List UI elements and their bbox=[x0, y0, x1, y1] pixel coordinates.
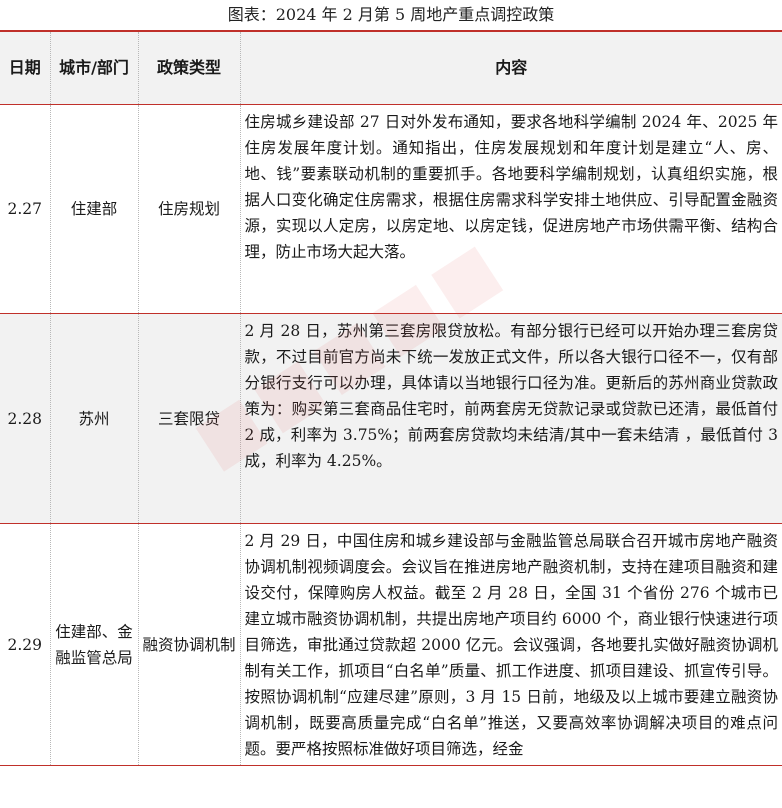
table-row: 2.28 苏州 三套限贷 2 月 28 日，苏州第三套房限贷放松。有部分银行已经… bbox=[0, 313, 782, 524]
row-type: 住房规划 bbox=[137, 104, 240, 314]
row-city: 住建部、金融监管总局 bbox=[49, 523, 138, 766]
row-type: 融资协调机制 bbox=[137, 523, 240, 766]
row-city: 苏州 bbox=[49, 313, 138, 524]
header-city: 城市/部门 bbox=[49, 30, 138, 105]
row-city: 住建部 bbox=[49, 104, 138, 314]
table-row: 2.27 住建部 住房规划 住房城乡建设部 27 日对外发布通知，要求各地科学编… bbox=[0, 104, 782, 314]
policy-table: 日期 城市/部门 政策类型 内容 2.27 住建部 住房规划 住房城乡建设部 2… bbox=[0, 30, 782, 766]
row-date: 2.27 bbox=[0, 104, 50, 314]
row-content: 住房城乡建设部 27 日对外发布通知，要求各地科学编制 2024 年、2025 … bbox=[239, 104, 782, 314]
row-type: 三套限贷 bbox=[137, 313, 240, 524]
row-content: 2 月 29 日，中国住房和城乡建设部与金融监管总局联合召开城市房地产融资协调机… bbox=[239, 523, 782, 766]
row-content: 2 月 28 日，苏州第三套房限贷放松。有部分银行已经可以开始办理三套房贷款，不… bbox=[239, 313, 782, 524]
header-row: 日期 城市/部门 政策类型 内容 bbox=[0, 30, 782, 105]
table-caption: 图表：2024 年 2 月第 5 周地产重点调控政策 bbox=[227, 5, 555, 24]
row-date: 2.29 bbox=[0, 523, 50, 766]
header-content: 内容 bbox=[239, 30, 782, 105]
header-type: 政策类型 bbox=[137, 30, 240, 105]
header-date: 日期 bbox=[0, 30, 50, 105]
table-row: 2.29 住建部、金融监管总局 融资协调机制 2 月 29 日，中国住房和城乡建… bbox=[0, 523, 782, 766]
row-date: 2.28 bbox=[0, 313, 50, 524]
